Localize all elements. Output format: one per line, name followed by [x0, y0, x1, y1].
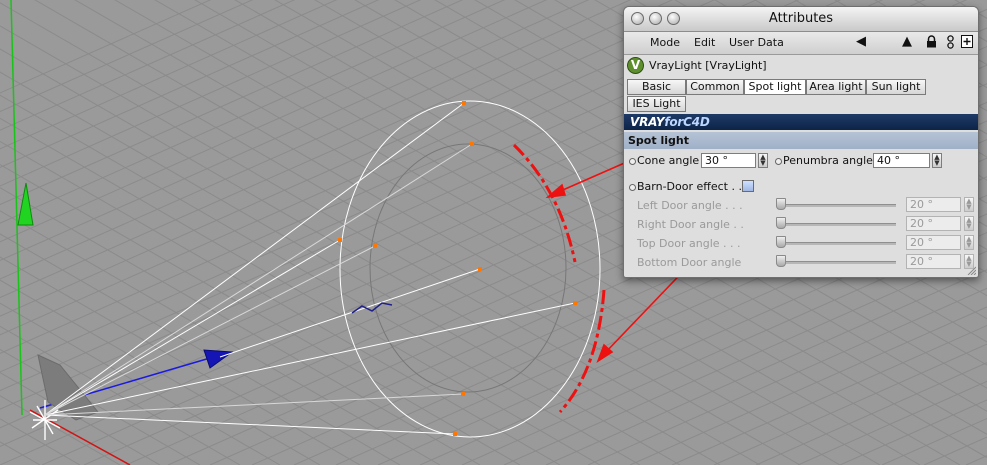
window-titlebar[interactable]: Attributes — [624, 7, 978, 32]
vraylight-icon: V — [627, 57, 644, 74]
right-door-field[interactable]: 20 ° — [906, 216, 961, 231]
vray-banner: VRAYforC4D — [624, 114, 978, 130]
lock-icon[interactable] — [926, 35, 937, 52]
menu-user-data[interactable]: User Data — [729, 36, 784, 49]
right-door-slider[interactable] — [776, 223, 896, 226]
tab-spot-light[interactable]: Spot light — [744, 79, 806, 95]
bottom-door-field[interactable]: 20 ° — [906, 254, 961, 269]
cone-angle-stepper[interactable]: ▲ ▼ — [758, 153, 768, 168]
left-door-field[interactable]: 20 ° — [906, 197, 961, 212]
menu-mode[interactable]: Mode — [650, 36, 680, 49]
penumbra-angle-label: Penumbra angle — [783, 154, 873, 167]
barn-door-anim-dot[interactable] — [629, 184, 636, 191]
barn-door-checkbox[interactable] — [742, 180, 754, 192]
penumbra-angle-field[interactable]: 40 ° — [873, 153, 930, 168]
object-header: V VrayLight [VrayLight] — [624, 55, 978, 77]
bottom-door-label: Bottom Door angle — [637, 256, 742, 269]
top-door-slider[interactable] — [776, 242, 896, 245]
bottom-door-slider-thumb[interactable] — [776, 255, 786, 267]
top-door-stepper[interactable]: ▲ ▼ — [964, 235, 974, 250]
new-panel-icon[interactable] — [961, 35, 973, 52]
top-door-field[interactable]: 20 ° — [906, 235, 961, 250]
right-door-slider-thumb[interactable] — [776, 217, 786, 229]
resize-grip-icon[interactable] — [966, 265, 976, 275]
left-door-slider-thumb[interactable] — [776, 198, 786, 210]
section-title: Spot light — [624, 132, 978, 149]
right-door-stepper[interactable]: ▲ ▼ — [964, 216, 974, 231]
object-name: VrayLight [VrayLight] — [649, 59, 767, 72]
tab-sun-light[interactable]: Sun light — [866, 79, 926, 95]
top-door-slider-thumb[interactable] — [776, 236, 786, 248]
link-icon[interactable] — [946, 35, 955, 53]
vray-logo: VRAYforC4D — [630, 115, 710, 129]
pointer-icon[interactable]: ▲ — [902, 35, 912, 49]
attributes-window: Attributes Mode Edit User Data ◀ ▲ V Vra… — [623, 6, 979, 278]
barn-door-label: Barn-Door effect . . — [637, 180, 742, 193]
cone-angle-field[interactable]: 30 ° — [701, 153, 756, 168]
tab-area-light[interactable]: Area light — [806, 79, 866, 95]
tab-basic[interactable]: Basic — [627, 79, 686, 95]
window-title: Attributes — [768, 11, 834, 26]
menu-edit[interactable]: Edit — [694, 36, 715, 49]
right-door-label: Right Door angle . . — [637, 218, 744, 231]
left-door-label: Left Door angle . . . — [637, 199, 743, 212]
bottom-door-slider[interactable] — [776, 261, 896, 264]
penumbra-angle-stepper[interactable]: ▲ ▼ — [932, 153, 942, 168]
left-door-slider[interactable] — [776, 204, 896, 207]
penumbra-angle-anim-dot[interactable] — [775, 158, 782, 165]
cone-angle-label: Cone angle — [637, 154, 700, 167]
play-back-icon[interactable]: ◀ — [856, 35, 866, 49]
menu-bar: Mode Edit User Data ◀ ▲ — [624, 32, 978, 55]
top-door-label: Top Door angle . . . — [637, 237, 741, 250]
tab-ies-light[interactable]: IES Light — [627, 96, 686, 112]
cone-angle-anim-dot[interactable] — [629, 158, 636, 165]
tab-common[interactable]: Common — [686, 79, 744, 95]
left-door-stepper[interactable]: ▲ ▼ — [964, 197, 974, 212]
